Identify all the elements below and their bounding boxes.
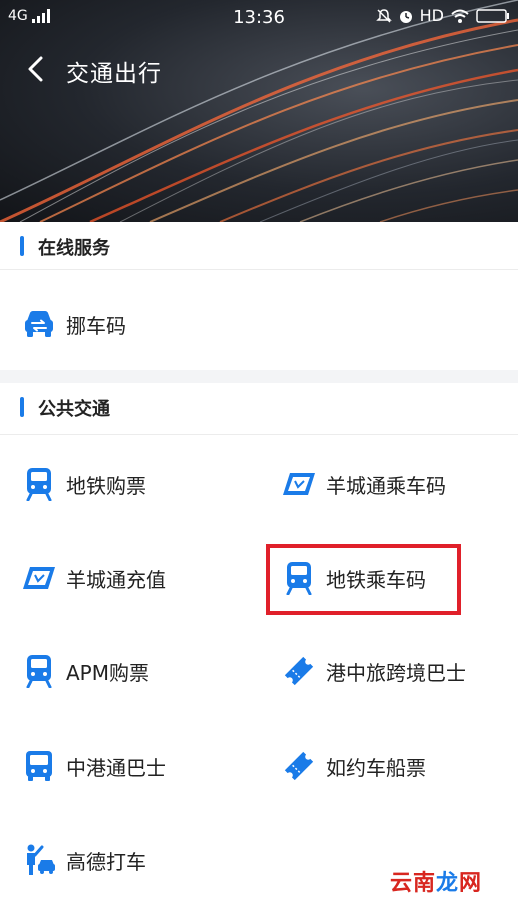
metro-train-icon [22,654,56,688]
transport-item-ruyue-ticket[interactable]: 如约车船票 [282,738,426,794]
ticket-icon [282,749,316,783]
mute-bell-icon [375,8,392,23]
transport-item-label: 羊城通充值 [66,567,166,592]
status-right: HD [375,6,510,25]
section-header: 在线服务 [0,222,518,270]
transport-item-hk-express-bus[interactable]: 中港通巴士 [22,738,166,794]
transport-item-metro-ticket[interactable]: 地铁购票 [22,456,146,512]
yct-card-icon [282,467,316,501]
watermark-part1: 云南 [389,871,436,896]
transport-item-label: APM购票 [66,660,149,685]
chevron-left-icon [28,56,43,82]
nav-bar: 交通出行 [0,50,518,90]
status-bar: 4G 13:36 HD [0,0,518,36]
transport-item-label: 羊城通乘车码 [326,473,446,498]
online-service-section: 在线服务 挪车码 [0,222,518,370]
section-accent-bar [20,236,24,256]
transport-item-label: 港中旅跨境巴士 [326,660,466,685]
transport-item-label: 地铁购票 [66,473,146,498]
taxi-person-icon [22,843,56,877]
transport-item-label: 中港通巴士 [66,755,166,780]
ticket-icon [282,654,316,688]
transport-item-apm-ticket[interactable]: APM购票 [22,643,149,699]
section-accent-bar [20,397,24,417]
back-button[interactable] [18,52,52,86]
service-item-move-car-code[interactable]: 挪车码 [22,296,126,352]
car-swap-icon [22,307,56,341]
transport-item-amap-taxi[interactable]: 高德打车 [22,832,146,888]
watermark-part3: 网 [458,871,482,896]
header-banner: 4G 13:36 HD 交通出行 [0,0,518,222]
watermark-part2: 龙 [435,871,459,896]
wifi-icon [451,9,469,23]
yct-card-icon [22,561,56,595]
bus-icon [22,749,56,783]
service-item-label: 挪车码 [66,313,126,338]
transport-item-label: 高德打车 [66,849,146,874]
transport-item-yct-recharge[interactable]: 羊城通充值 [22,550,166,606]
transport-item-cts-cross-border-bus[interactable]: 港中旅跨境巴士 [282,643,466,699]
section-title: 在线服务 [38,238,110,259]
highlight-box [266,544,461,615]
page-title: 交通出行 [66,61,162,87]
hd-label: HD [419,6,444,25]
battery-icon [476,8,509,23]
transport-item-label: 如约车船票 [326,755,426,780]
watermark-logo: 云南龙网 [390,865,482,897]
section-header: 公共交通 [0,383,518,435]
metro-train-icon [22,467,56,501]
alarm-icon [399,10,412,23]
section-title: 公共交通 [38,399,110,420]
transport-item-yct-ride-code[interactable]: 羊城通乘车码 [282,456,446,512]
